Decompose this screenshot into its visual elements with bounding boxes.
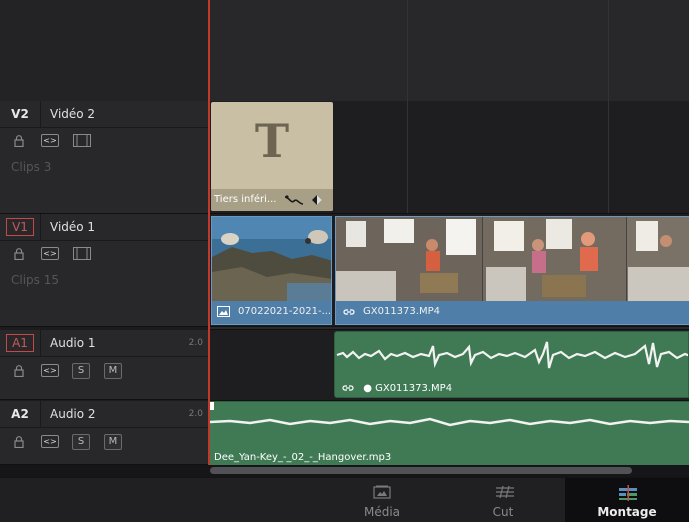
page-navigation-bar: Média Cut Montage (0, 477, 689, 522)
link-icon (342, 385, 354, 391)
video-clip-footer: GX011373.MP4 (336, 300, 689, 324)
track-name-row: V2 Vidéo 2 (0, 101, 208, 128)
track-name-v1[interactable]: Vidéo 1 (50, 214, 95, 240)
cut-page-icon (496, 485, 514, 499)
page-tab-media[interactable]: Média (320, 478, 444, 522)
music-clip-label: Dee_Yan-Key_-_02_-_Hangover.mp3 (214, 452, 392, 463)
grid-line (608, 101, 609, 213)
track-head-v1[interactable]: V1 Vidéo 1 <> Clips 15 (0, 214, 209, 327)
keyframe-diamond-icon[interactable] (311, 194, 323, 206)
page-tab-edit-label: Montage (597, 505, 657, 519)
photo-clip-footer: 07022021-2021-... (212, 300, 331, 324)
edit-page-icon (619, 485, 637, 501)
title-clip[interactable]: T Tiers inféri... (211, 102, 333, 211)
track-name-row: V1 Vidéo 1 (0, 214, 208, 241)
lock-icon[interactable] (14, 135, 24, 147)
link-toggle-icon[interactable]: <> (41, 247, 59, 260)
channel-format-a2: 2.0 (188, 409, 203, 419)
title-clip-footer: Tiers inféri... (211, 189, 333, 211)
timeline-ruler-area[interactable] (209, 0, 689, 101)
video-thumbnails (336, 217, 689, 301)
image-icon (217, 306, 230, 317)
page-tab-media-label: Média (363, 505, 401, 519)
audio-clip-linked[interactable]: ● GX011373.MP4 (334, 331, 689, 398)
media-page-icon (373, 485, 391, 499)
track-controls: <> S M (0, 363, 208, 379)
channel-format-a1: 2.0 (188, 338, 203, 348)
track-head-a2[interactable]: A2 Audio 2 2.0 <> S M (0, 401, 209, 465)
keyframe-curve-icon[interactable] (284, 194, 304, 206)
link-toggle-icon[interactable]: <> (41, 134, 59, 147)
photo-clip[interactable]: 07022021-2021-... (211, 216, 332, 325)
audio-waveform (210, 417, 689, 427)
photo-clip-label: 07022021-2021-... (238, 306, 331, 317)
track-name-row: A1 Audio 1 2.0 (0, 330, 208, 357)
grid-line (407, 101, 408, 213)
clip-count-v1: Clips 15 (11, 273, 59, 287)
clip-in-marker (210, 402, 214, 410)
track-name-v2[interactable]: Vidéo 2 (50, 101, 95, 127)
track-controls: <> S M (0, 434, 208, 450)
audio-waveform (336, 341, 688, 369)
lock-icon[interactable] (14, 248, 24, 260)
lock-icon[interactable] (14, 436, 24, 448)
track-controls: <> (0, 134, 208, 150)
track-target-a1[interactable]: A1 (0, 330, 41, 356)
grid-line (407, 0, 408, 101)
mute-button-a1[interactable]: M (104, 363, 122, 379)
photo-thumbnail (212, 217, 331, 301)
page-tab-cut-label: Cut (492, 505, 514, 519)
track-head-v2[interactable]: V2 Vidéo 2 <> Clips 3 (0, 101, 209, 214)
timeline-header-left (0, 0, 209, 101)
track-controls: <> (0, 247, 208, 263)
solo-button-a1[interactable]: S (72, 363, 90, 379)
audio-linked-footer: ● GX011373.MP4 (342, 383, 452, 394)
track-id-v1: V1 (6, 218, 34, 236)
title-glyph: T (254, 114, 290, 168)
solo-button-a2[interactable]: S (72, 434, 90, 450)
title-clip-label: Tiers inféri... (214, 194, 277, 205)
link-toggle-icon[interactable]: <> (41, 364, 59, 377)
mute-button-a2[interactable]: M (104, 434, 122, 450)
lock-icon[interactable] (14, 365, 24, 377)
grid-line (608, 0, 609, 101)
video-clip[interactable]: GX011373.MP4 (335, 216, 689, 325)
track-name-row: A2 Audio 2 2.0 (0, 401, 208, 428)
track-id-a1: A1 (6, 334, 34, 352)
track-name-a1[interactable]: Audio 1 (50, 330, 96, 356)
video-clip-label: GX011373.MP4 (363, 306, 440, 317)
music-clip[interactable]: Dee_Yan-Key_-_02_-_Hangover.mp3 (210, 401, 689, 465)
track-name-a2[interactable]: Audio 2 (50, 401, 96, 427)
playhead[interactable] (208, 0, 210, 473)
page-tab-cut[interactable]: Cut (441, 478, 565, 522)
page-tab-edit[interactable]: Montage (565, 478, 689, 522)
track-head-a1[interactable]: A1 Audio 1 2.0 <> S M (0, 330, 209, 400)
video-toggle-icon[interactable] (73, 247, 91, 260)
track-id-a2[interactable]: A2 (0, 401, 41, 427)
track-id-v2[interactable]: V2 (0, 101, 41, 127)
video-toggle-icon[interactable] (73, 134, 91, 147)
clip-count-v2: Clips 3 (11, 160, 52, 174)
audio-linked-label: ● GX011373.MP4 (363, 383, 453, 394)
link-toggle-icon[interactable]: <> (41, 435, 59, 448)
scrollbar-thumb[interactable] (210, 467, 632, 474)
link-icon (343, 309, 355, 315)
track-target-v1[interactable]: V1 (0, 214, 41, 240)
